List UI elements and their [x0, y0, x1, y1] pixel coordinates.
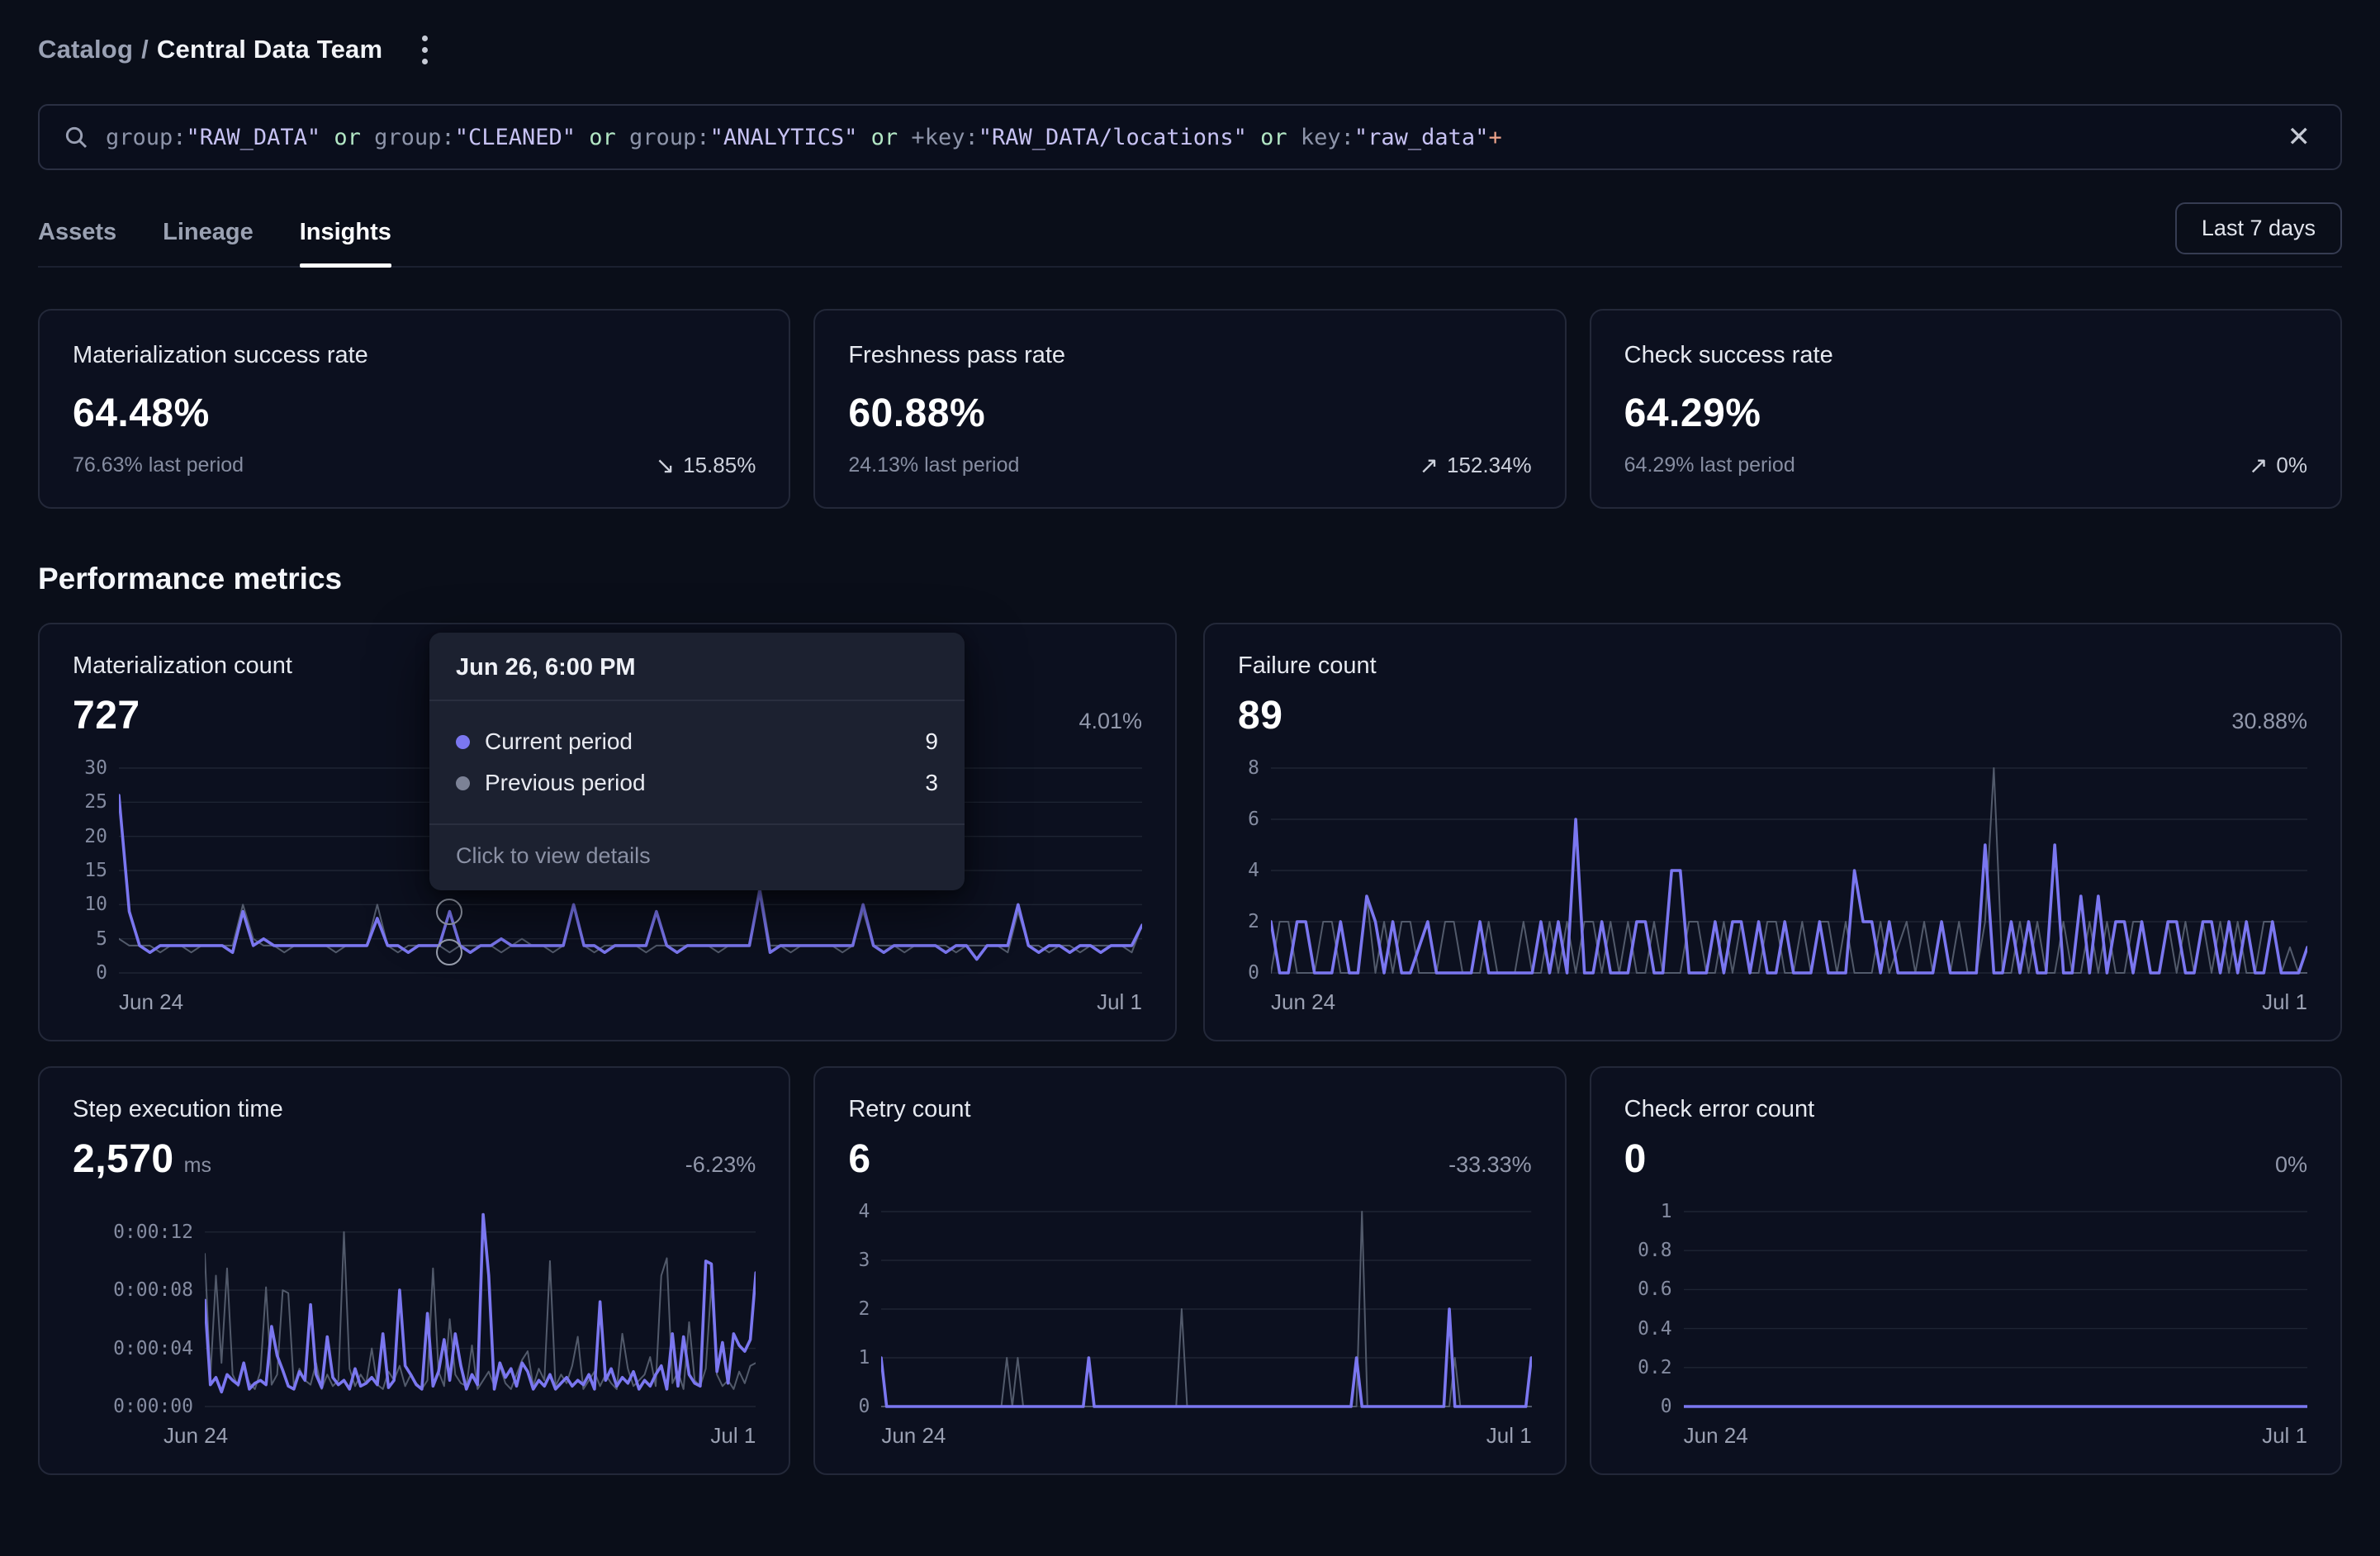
- chart-title: Failure count: [1238, 652, 2307, 680]
- breadcrumb-current: Central Data Team: [157, 35, 382, 64]
- tooltip-label: Current period: [485, 728, 633, 755]
- x-axis: Jun 24 Jul 1: [1271, 989, 2307, 1015]
- chart-value: 6: [848, 1136, 870, 1182]
- trend-down-icon: ↘: [656, 452, 675, 479]
- chart-value-unit: ms: [184, 1154, 211, 1178]
- line-chart[interactable]: [1271, 760, 2307, 976]
- tooltip-value: 3: [925, 770, 938, 796]
- chart-value: 2,570: [73, 1136, 174, 1182]
- x-label-end: Jul 1: [1097, 989, 1142, 1015]
- previous-period-dot-icon: [456, 776, 470, 790]
- x-label-start: Jun 24: [1684, 1423, 1748, 1449]
- x-label-start: Jun 24: [164, 1423, 228, 1449]
- tab-assets[interactable]: Assets: [38, 198, 116, 266]
- summary-card-delta: 15.85%: [683, 453, 756, 478]
- summary-card-value: 60.88%: [848, 391, 1531, 436]
- summary-card-freshness-pass: Freshness pass rate 60.88% 24.13% last p…: [813, 309, 1566, 509]
- summary-card-value: 64.48%: [73, 391, 756, 436]
- y-axis: 43210: [848, 1203, 881, 1410]
- line-chart[interactable]: [205, 1203, 756, 1410]
- x-label-end: Jul 1: [710, 1423, 756, 1449]
- tooltip-timestamp: Jun 26, 6:00 PM: [429, 633, 965, 701]
- chart-value: 89: [1238, 693, 1282, 738]
- x-label-start: Jun 24: [881, 1423, 946, 1449]
- date-range-button[interactable]: Last 7 days: [2175, 202, 2342, 254]
- current-period-dot-icon: [456, 735, 470, 749]
- line-chart[interactable]: [881, 1203, 1531, 1410]
- chart-delta: 4.01%: [1079, 709, 1142, 734]
- x-axis: Jun 24 Jul 1: [1684, 1423, 2307, 1449]
- trend-up-icon: ↗: [1420, 452, 1439, 479]
- y-axis: 86420: [1238, 760, 1271, 976]
- summary-card-title: Materialization success rate: [73, 342, 756, 369]
- summary-card-title: Check success rate: [1624, 342, 2307, 369]
- tooltip-value: 9: [925, 728, 938, 755]
- breadcrumb-catalog-link[interactable]: Catalog: [38, 35, 133, 64]
- chart-title: Retry count: [848, 1096, 1531, 1123]
- tooltip-label: Previous period: [485, 770, 646, 796]
- x-label-start: Jun 24: [1271, 989, 1335, 1015]
- chart-title: Step execution time: [73, 1096, 756, 1123]
- breadcrumb: Catalog/Central Data Team: [38, 31, 2342, 68]
- chart-card-step-execution-time[interactable]: Step execution time 2,570 ms -6.23% 0:00…: [38, 1066, 790, 1475]
- summary-card-delta: 152.34%: [1447, 453, 1532, 478]
- x-label-end: Jul 1: [1486, 1423, 1532, 1449]
- tabs-bar: Assets Lineage Insights Last 7 days: [38, 198, 2342, 268]
- trend-up-icon: ↗: [2249, 452, 2268, 479]
- x-axis: Jun 24 Jul 1: [164, 1423, 756, 1449]
- y-axis: 0:00:120:00:080:00:040:00:00: [73, 1203, 205, 1410]
- chart-card-retry-count[interactable]: Retry count 6 -33.33% 43210 Jun 24 Jul 1: [813, 1066, 1566, 1475]
- chart-value: 727: [73, 693, 140, 738]
- search-icon: [63, 124, 89, 150]
- x-label-end: Jul 1: [2262, 989, 2307, 1015]
- summary-cards: Materialization success rate 64.48% 76.6…: [38, 309, 2342, 509]
- tab-lineage[interactable]: Lineage: [163, 198, 254, 266]
- x-label-start: Jun 24: [119, 989, 183, 1015]
- y-axis: 302520151050: [73, 760, 119, 976]
- summary-card-last-period: 24.13% last period: [848, 453, 1019, 477]
- insights-page: Catalog/Central Data Team group:"RAW_DAT…: [0, 31, 2380, 1475]
- chart-tooltip: Jun 26, 6:00 PM Current period 9 Previou…: [429, 633, 965, 890]
- charts-row-1: Materialization count 727 4.01% 30252015…: [38, 623, 2342, 1041]
- breadcrumb-separator: /: [133, 35, 157, 64]
- x-label-end: Jul 1: [2262, 1423, 2307, 1449]
- x-axis: Jun 24 Jul 1: [881, 1423, 1531, 1449]
- search-input[interactable]: group:"RAW_DATA" or group:"CLEANED" or g…: [106, 125, 2281, 150]
- summary-card-delta: 0%: [2276, 453, 2307, 478]
- chart-title: Check error count: [1624, 1096, 2307, 1123]
- chart-card-failure-count[interactable]: Failure count 89 30.88% 86420 Jun 24 Jul…: [1203, 623, 2342, 1041]
- chart-delta: -33.33%: [1448, 1152, 1532, 1178]
- charts-row-2: Step execution time 2,570 ms -6.23% 0:00…: [38, 1066, 2342, 1475]
- tab-insights[interactable]: Insights: [300, 198, 391, 266]
- summary-card-last-period: 76.63% last period: [73, 453, 244, 477]
- chart-delta: 0%: [2275, 1152, 2307, 1178]
- chart-delta: -6.23%: [685, 1152, 756, 1178]
- tooltip-footer: Click to view details: [429, 825, 965, 890]
- summary-card-check-success: Check success rate 64.29% 64.29% last pe…: [1590, 309, 2342, 509]
- x-axis: Jun 24 Jul 1: [119, 989, 1142, 1015]
- summary-card-last-period: 64.29% last period: [1624, 453, 1795, 477]
- kebab-menu-icon[interactable]: [410, 27, 439, 73]
- summary-card-materialization-success: Materialization success rate 64.48% 76.6…: [38, 309, 790, 509]
- summary-card-title: Freshness pass rate: [848, 342, 1531, 369]
- chart-delta: 30.88%: [2231, 709, 2307, 734]
- section-title-performance-metrics: Performance metrics: [38, 562, 2342, 596]
- chart-card-check-error-count[interactable]: Check error count 0 0% 10.80.60.40.20 Ju…: [1590, 1066, 2342, 1475]
- line-chart[interactable]: [1684, 1203, 2307, 1410]
- search-bar[interactable]: group:"RAW_DATA" or group:"CLEANED" or g…: [38, 104, 2342, 170]
- tooltip-row-previous: Previous period 3: [456, 762, 938, 804]
- summary-card-value: 64.29%: [1624, 391, 2307, 436]
- y-axis: 10.80.60.40.20: [1624, 1203, 1684, 1410]
- chart-value: 0: [1624, 1136, 1647, 1182]
- tooltip-row-current: Current period 9: [456, 721, 938, 762]
- clear-search-icon[interactable]: ✕: [2281, 118, 2318, 156]
